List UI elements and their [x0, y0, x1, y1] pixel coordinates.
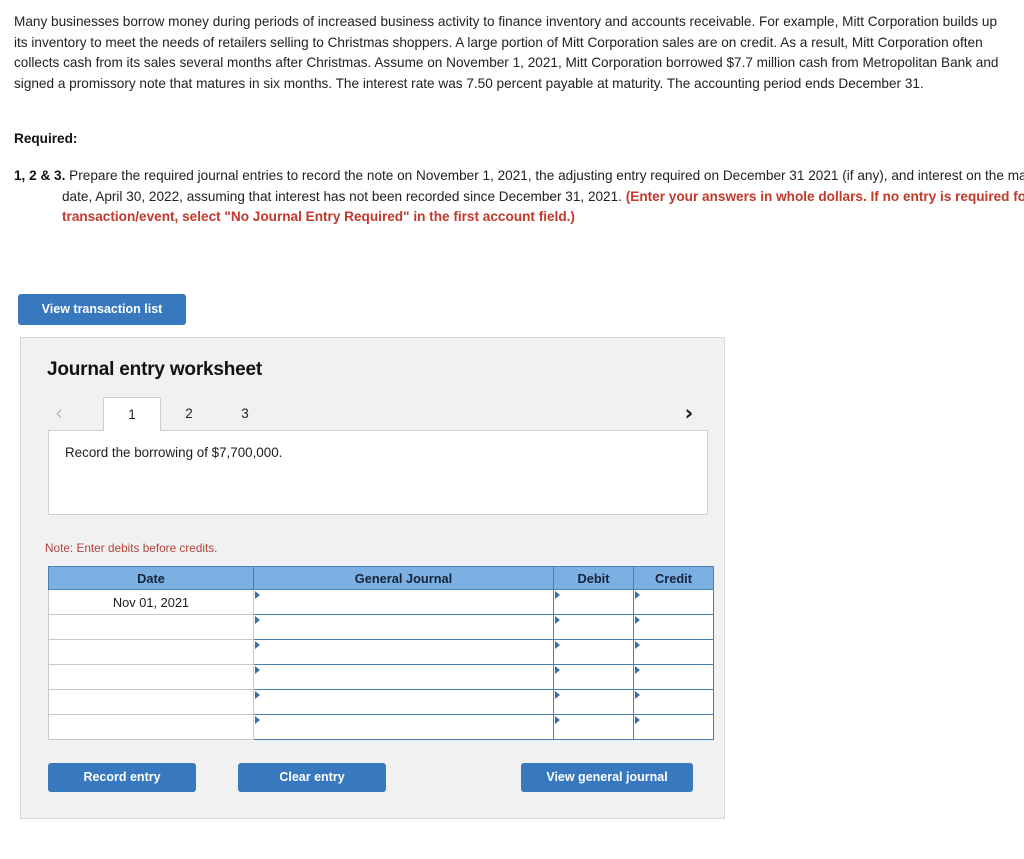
debit-cell[interactable]: [553, 639, 634, 665]
debits-before-credits-note: Note: Enter debits before credits.: [45, 541, 218, 555]
worksheet-title: Journal entry worksheet: [47, 359, 263, 380]
worksheet-tab-bar: ‹ 1 2 3 ›: [48, 397, 708, 431]
dropdown-marker-icon: [255, 591, 260, 599]
credit-cell[interactable]: [633, 639, 714, 665]
general-journal-cell[interactable]: [253, 714, 554, 740]
column-header-general-journal: General Journal: [253, 566, 554, 590]
general-journal-cell[interactable]: [253, 664, 554, 690]
transaction-description-box: Record the borrowing of $7,700,000.: [48, 430, 708, 515]
transaction-description-text: Record the borrowing of $7,700,000.: [65, 445, 283, 460]
general-journal-cell[interactable]: [253, 614, 554, 640]
table-row: Nov 01, 2021: [48, 589, 714, 615]
column-header-credit: Credit: [633, 566, 714, 590]
dropdown-marker-icon: [555, 716, 560, 724]
clear-entry-button[interactable]: Clear entry: [238, 763, 386, 792]
general-journal-cell[interactable]: [253, 689, 554, 715]
credit-cell[interactable]: [633, 664, 714, 690]
dropdown-marker-icon: [555, 641, 560, 649]
dropdown-marker-icon: [635, 691, 640, 699]
credit-cell[interactable]: [633, 714, 714, 740]
date-cell[interactable]: [48, 614, 254, 640]
record-entry-button[interactable]: Record entry: [48, 763, 196, 792]
column-header-debit: Debit: [553, 566, 634, 590]
table-row: [48, 639, 714, 665]
debit-cell[interactable]: [553, 714, 634, 740]
problem-intro-paragraph: Many businesses borrow money during peri…: [14, 14, 999, 91]
credit-cell[interactable]: [633, 614, 714, 640]
dropdown-marker-icon: [555, 591, 560, 599]
requirement-text-block: 1, 2 & 3. Prepare the required journal e…: [14, 166, 1024, 228]
dropdown-marker-icon: [555, 616, 560, 624]
dropdown-marker-icon: [255, 641, 260, 649]
journal-entry-worksheet-panel: Journal entry worksheet ‹ 1 2 3 › Record…: [20, 337, 725, 819]
credit-cell[interactable]: [633, 689, 714, 715]
requirement-number: 1, 2 & 3.: [14, 168, 66, 183]
worksheet-tab-2[interactable]: 2: [161, 397, 217, 431]
dropdown-marker-icon: [255, 666, 260, 674]
date-cell[interactable]: Nov 01, 2021: [48, 589, 254, 615]
required-heading: Required:: [14, 131, 78, 146]
table-row: [48, 714, 714, 740]
general-journal-cell[interactable]: [253, 639, 554, 665]
general-journal-cell[interactable]: [253, 589, 554, 615]
table-row: [48, 664, 714, 690]
chevron-right-icon[interactable]: ›: [678, 397, 700, 431]
table-header-row: Date General Journal Debit Credit: [48, 566, 714, 590]
dropdown-marker-icon: [635, 666, 640, 674]
dropdown-marker-icon: [555, 666, 560, 674]
worksheet-tab-1[interactable]: 1: [103, 397, 161, 431]
debit-cell[interactable]: [553, 664, 634, 690]
dropdown-marker-icon: [635, 641, 640, 649]
dropdown-marker-icon: [255, 691, 260, 699]
column-header-date: Date: [48, 566, 254, 590]
dropdown-marker-icon: [255, 716, 260, 724]
dropdown-marker-icon: [635, 716, 640, 724]
debit-cell[interactable]: [553, 689, 634, 715]
credit-cell[interactable]: [633, 589, 714, 615]
date-cell[interactable]: [48, 664, 254, 690]
chevron-left-icon[interactable]: ‹: [48, 397, 70, 431]
view-general-journal-button[interactable]: View general journal: [521, 763, 693, 792]
date-cell[interactable]: [48, 689, 254, 715]
table-row: [48, 614, 714, 640]
debit-cell[interactable]: [553, 589, 634, 615]
date-cell[interactable]: [48, 714, 254, 740]
dropdown-marker-icon: [555, 691, 560, 699]
worksheet-tab-3[interactable]: 3: [217, 397, 273, 431]
journal-entry-table: Date General Journal Debit Credit Nov 01…: [48, 566, 714, 740]
view-transaction-list-button[interactable]: View transaction list: [18, 294, 186, 325]
debit-cell[interactable]: [553, 614, 634, 640]
dropdown-marker-icon: [255, 616, 260, 624]
dropdown-marker-icon: [635, 591, 640, 599]
dropdown-marker-icon: [635, 616, 640, 624]
date-cell[interactable]: [48, 639, 254, 665]
table-row: [48, 689, 714, 715]
